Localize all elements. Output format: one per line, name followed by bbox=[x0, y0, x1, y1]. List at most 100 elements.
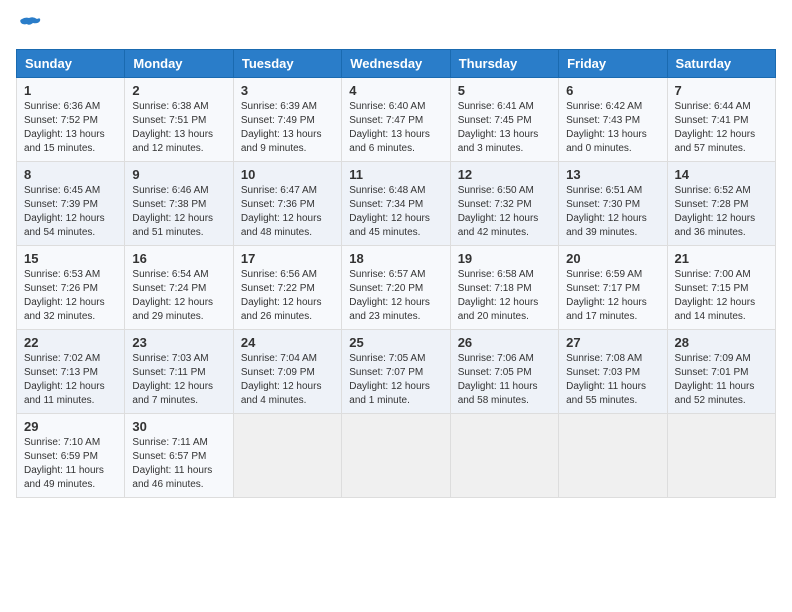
header-monday: Monday bbox=[125, 50, 233, 78]
day-number: 6 bbox=[566, 83, 659, 98]
table-row: 5Sunrise: 6:41 AM Sunset: 7:45 PM Daylig… bbox=[450, 78, 558, 162]
cell-text: Sunrise: 6:52 AM Sunset: 7:28 PM Dayligh… bbox=[675, 184, 768, 240]
table-row bbox=[450, 414, 558, 498]
day-number: 25 bbox=[349, 335, 442, 350]
cell-text: Sunrise: 7:06 AM Sunset: 7:05 PM Dayligh… bbox=[458, 352, 551, 408]
table-row bbox=[342, 414, 450, 498]
day-number: 12 bbox=[458, 167, 551, 182]
cell-text: Sunrise: 7:09 AM Sunset: 7:01 PM Dayligh… bbox=[675, 352, 768, 408]
day-number: 9 bbox=[132, 167, 225, 182]
day-number: 27 bbox=[566, 335, 659, 350]
logo bbox=[16, 16, 41, 37]
table-row: 30 Sunrise: 7:11 AM Sunset: 6:57 PM Dayli… bbox=[125, 414, 233, 498]
cell-text: Sunrise: 7:11 AM Sunset: 6:57 PM Dayligh… bbox=[132, 436, 225, 492]
day-number: 18 bbox=[349, 251, 442, 266]
header-sunday: Sunday bbox=[17, 50, 125, 78]
day-number: 29 bbox=[24, 419, 117, 434]
day-number: 22 bbox=[24, 335, 117, 350]
cell-text: Sunrise: 6:51 AM Sunset: 7:30 PM Dayligh… bbox=[566, 184, 659, 240]
cell-text: Sunrise: 6:54 AM Sunset: 7:24 PM Dayligh… bbox=[132, 268, 225, 324]
cell-text: Sunrise: 6:45 AM Sunset: 7:39 PM Dayligh… bbox=[24, 184, 117, 240]
page-header bbox=[16, 16, 776, 37]
day-number: 28 bbox=[675, 335, 768, 350]
day-number: 2 bbox=[132, 83, 225, 98]
table-row: 26 Sunrise: 7:06 AM Sunset: 7:05 PM Dayli… bbox=[450, 330, 558, 414]
table-row: 22Sunrise: 7:02 AM Sunset: 7:13 PM Dayli… bbox=[17, 330, 125, 414]
day-number: 20 bbox=[566, 251, 659, 266]
table-row: 1 Sunrise: 6:36 AM Sunset: 7:52 PM Daylig… bbox=[17, 78, 125, 162]
day-number: 26 bbox=[458, 335, 551, 350]
cell-text: Sunrise: 6:38 AM Sunset: 7:51 PM Dayligh… bbox=[132, 100, 225, 156]
day-number: 15 bbox=[24, 251, 117, 266]
day-number: 4 bbox=[349, 83, 442, 98]
table-row: 2 Sunrise: 6:38 AM Sunset: 7:51 PM Daylig… bbox=[125, 78, 233, 162]
table-row: 19 Sunrise: 6:58 AM Sunset: 7:18 PM Dayli… bbox=[450, 246, 558, 330]
cell-text: Sunrise: 6:50 AM Sunset: 7:32 PM Dayligh… bbox=[458, 184, 551, 240]
day-number: 3 bbox=[241, 83, 334, 98]
table-row: 10 Sunrise: 6:47 AM Sunset: 7:36 PM Dayli… bbox=[233, 162, 341, 246]
header-thursday: Thursday bbox=[450, 50, 558, 78]
cell-text: Sunrise: 6:48 AM Sunset: 7:34 PM Dayligh… bbox=[349, 184, 442, 240]
calendar-week-row: 8 Sunrise: 6:45 AM Sunset: 7:39 PM Daylig… bbox=[17, 162, 776, 246]
calendar-week-row: 29Sunrise: 7:10 AM Sunset: 6:59 PM Dayli… bbox=[17, 414, 776, 498]
day-number: 8 bbox=[24, 167, 117, 182]
table-row: 14 Sunrise: 6:52 AM Sunset: 7:28 PM Dayli… bbox=[667, 162, 775, 246]
table-row: 3Sunrise: 6:39 AM Sunset: 7:49 PM Daylig… bbox=[233, 78, 341, 162]
calendar-week-row: 1 Sunrise: 6:36 AM Sunset: 7:52 PM Daylig… bbox=[17, 78, 776, 162]
calendar-week-row: 22Sunrise: 7:02 AM Sunset: 7:13 PM Dayli… bbox=[17, 330, 776, 414]
table-row: 6 Sunrise: 6:42 AM Sunset: 7:43 PM Daylig… bbox=[559, 78, 667, 162]
day-number: 17 bbox=[241, 251, 334, 266]
calendar-header-row: Sunday Monday Tuesday Wednesday Thursday… bbox=[17, 50, 776, 78]
table-row bbox=[559, 414, 667, 498]
calendar-table: Sunday Monday Tuesday Wednesday Thursday… bbox=[16, 49, 776, 498]
day-number: 11 bbox=[349, 167, 442, 182]
table-row: 23 Sunrise: 7:03 AM Sunset: 7:11 PM Dayli… bbox=[125, 330, 233, 414]
table-row bbox=[233, 414, 341, 498]
day-number: 24 bbox=[241, 335, 334, 350]
cell-text: Sunrise: 7:08 AM Sunset: 7:03 PM Dayligh… bbox=[566, 352, 659, 408]
day-number: 10 bbox=[241, 167, 334, 182]
table-row: 29Sunrise: 7:10 AM Sunset: 6:59 PM Dayli… bbox=[17, 414, 125, 498]
cell-text: Sunrise: 6:59 AM Sunset: 7:17 PM Dayligh… bbox=[566, 268, 659, 324]
day-number: 1 bbox=[24, 83, 117, 98]
day-number: 13 bbox=[566, 167, 659, 182]
day-number: 21 bbox=[675, 251, 768, 266]
cell-text: Sunrise: 6:44 AM Sunset: 7:41 PM Dayligh… bbox=[675, 100, 768, 156]
cell-text: Sunrise: 6:42 AM Sunset: 7:43 PM Dayligh… bbox=[566, 100, 659, 156]
day-number: 23 bbox=[132, 335, 225, 350]
table-row: 18 Sunrise: 6:57 AM Sunset: 7:20 PM Dayli… bbox=[342, 246, 450, 330]
day-number: 16 bbox=[132, 251, 225, 266]
table-row: 13 Sunrise: 6:51 AM Sunset: 7:30 PM Dayli… bbox=[559, 162, 667, 246]
day-number: 19 bbox=[458, 251, 551, 266]
table-row: 24Sunrise: 7:04 AM Sunset: 7:09 PM Dayli… bbox=[233, 330, 341, 414]
header-wednesday: Wednesday bbox=[342, 50, 450, 78]
day-number: 5 bbox=[458, 83, 551, 98]
day-number: 14 bbox=[675, 167, 768, 182]
logo-bird-icon bbox=[19, 16, 41, 37]
table-row: 11 Sunrise: 6:48 AM Sunset: 7:34 PM Dayli… bbox=[342, 162, 450, 246]
table-row: 17 Sunrise: 6:56 AM Sunset: 7:22 PM Dayli… bbox=[233, 246, 341, 330]
cell-text: Sunrise: 6:40 AM Sunset: 7:47 PM Dayligh… bbox=[349, 100, 442, 156]
cell-text: Sunrise: 6:36 AM Sunset: 7:52 PM Dayligh… bbox=[24, 100, 117, 156]
cell-text: Sunrise: 6:46 AM Sunset: 7:38 PM Dayligh… bbox=[132, 184, 225, 240]
table-row: 8 Sunrise: 6:45 AM Sunset: 7:39 PM Daylig… bbox=[17, 162, 125, 246]
table-row: 12 Sunrise: 6:50 AM Sunset: 7:32 PM Dayli… bbox=[450, 162, 558, 246]
cell-text: Sunrise: 7:00 AM Sunset: 7:15 PM Dayligh… bbox=[675, 268, 768, 324]
cell-text: Sunrise: 6:57 AM Sunset: 7:20 PM Dayligh… bbox=[349, 268, 442, 324]
header-friday: Friday bbox=[559, 50, 667, 78]
table-row: 16 Sunrise: 6:54 AM Sunset: 7:24 PM Dayli… bbox=[125, 246, 233, 330]
cell-text: Sunrise: 6:47 AM Sunset: 7:36 PM Dayligh… bbox=[241, 184, 334, 240]
table-row: 9 Sunrise: 6:46 AM Sunset: 7:38 PM Daylig… bbox=[125, 162, 233, 246]
table-row: 25 Sunrise: 7:05 AM Sunset: 7:07 PM Dayli… bbox=[342, 330, 450, 414]
cell-text: Sunrise: 6:56 AM Sunset: 7:22 PM Dayligh… bbox=[241, 268, 334, 324]
table-row: 28 Sunrise: 7:09 AM Sunset: 7:01 PM Dayli… bbox=[667, 330, 775, 414]
table-row: 4 Sunrise: 6:40 AM Sunset: 7:47 PM Daylig… bbox=[342, 78, 450, 162]
table-row: 15 Sunrise: 6:53 AM Sunset: 7:26 PM Dayli… bbox=[17, 246, 125, 330]
table-row: 27 Sunrise: 7:08 AM Sunset: 7:03 PM Dayli… bbox=[559, 330, 667, 414]
cell-text: Sunrise: 6:53 AM Sunset: 7:26 PM Dayligh… bbox=[24, 268, 117, 324]
cell-text: Sunrise: 7:03 AM Sunset: 7:11 PM Dayligh… bbox=[132, 352, 225, 408]
day-number: 30 bbox=[132, 419, 225, 434]
table-row bbox=[667, 414, 775, 498]
cell-text: Sunrise: 7:05 AM Sunset: 7:07 PM Dayligh… bbox=[349, 352, 442, 408]
cell-text: Sunrise: 6:58 AM Sunset: 7:18 PM Dayligh… bbox=[458, 268, 551, 324]
